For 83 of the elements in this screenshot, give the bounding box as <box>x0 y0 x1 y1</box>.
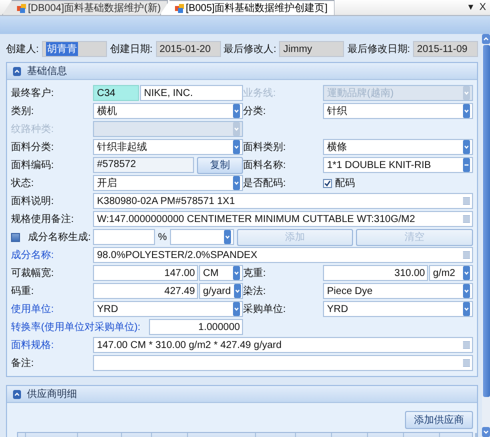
tab-menu-button[interactable]: ▾ <box>468 2 474 13</box>
unit-dropdown[interactable]: g/m2 <box>429 265 473 281</box>
dropdown-field[interactable]: 针织非起绒 <box>93 139 243 155</box>
field-label: 采购单位: <box>243 302 287 316</box>
memo-field[interactable]: K380980-02A PM#578571 1X1 <box>93 193 473 209</box>
field-label: 克重: <box>243 266 267 280</box>
memo-field[interactable]: 147.00 CM * 310.00 g/m2 * 427.49 g/yard <box>93 337 473 353</box>
checkbox[interactable] <box>11 232 20 242</box>
field-label: 最后修改人: <box>224 42 276 56</box>
link-label[interactable]: 转换率(使用单位对采购单位): <box>11 320 149 334</box>
dropdown-field[interactable]: 针织 <box>323 103 473 119</box>
collapse-icon[interactable] <box>13 66 21 76</box>
field-label: 是否配码: <box>243 177 287 190</box>
dropdown-field[interactable]: Piece Dye <box>323 283 473 299</box>
link-label[interactable]: 面料规格: <box>11 338 93 352</box>
lines-icon <box>463 358 470 368</box>
lines-icon <box>463 250 470 260</box>
field-label: 状态: <box>11 176 35 190</box>
number-field[interactable]: 427.49 <box>93 283 198 299</box>
memo-field[interactable] <box>93 355 473 371</box>
name-field[interactable]: NIKE, INC. <box>140 85 243 101</box>
lines-icon <box>463 340 470 350</box>
add-supplier-button[interactable]: 添加供应商 <box>405 411 473 429</box>
checkbox-label: 配码 <box>335 177 355 190</box>
code-field[interactable]: C34 <box>93 85 139 101</box>
lines-icon <box>463 214 470 224</box>
memo-field[interactable]: W:147.0000000000 CENTIMETER MINIMUM CUTTABLE WT:310G/M2 <box>93 211 473 227</box>
lines-icon <box>463 196 470 206</box>
percent-sign: % <box>158 232 167 242</box>
field-label: 码重: <box>11 284 35 298</box>
readonly-field: 胡青青 <box>42 41 107 57</box>
dropdown-field[interactable]: YRD <box>323 301 473 317</box>
number-field[interactable]: 147.00 <box>93 265 198 281</box>
field-label: 分类: <box>243 104 267 118</box>
field-label: 创建人: <box>6 42 39 56</box>
section-header[interactable]: 基础信息 <box>7 63 477 80</box>
field-label: 规格使用备注: <box>11 212 75 226</box>
tab[interactable]: [B005]面料基础数据维护创建页] <box>160 0 334 15</box>
readonly-field: 2015-01-20 <box>156 41 220 57</box>
field-label: 面料说明: <box>11 194 55 208</box>
field-label: 成分名称生成: <box>28 230 91 244</box>
scrollbar-thumb[interactable] <box>482 45 490 397</box>
app-icon <box>174 4 184 12</box>
memo-field[interactable]: 98.0%POLYESTER/2.0%SPANDEX <box>93 247 473 263</box>
field-label: 最后修改日期: <box>347 42 410 56</box>
field-label: 创建日期: <box>110 42 153 56</box>
field-label: 染法: <box>243 284 267 298</box>
copy-button[interactable]: 复制 <box>197 156 243 174</box>
field-label: 面料编码: <box>11 158 55 172</box>
number-field[interactable]: 310.00 <box>323 265 428 281</box>
number-field[interactable]: 1.000000 <box>149 319 243 335</box>
scroll-down-icon[interactable] <box>482 427 490 437</box>
field-label: 面料名称: <box>243 158 287 172</box>
readonly-field: Jimmy <box>279 41 344 57</box>
field-label: 纹路种类: <box>11 122 55 136</box>
field-label: 备注: <box>11 356 35 370</box>
field-label: 业务线: <box>243 86 277 100</box>
dropdown-field[interactable]: 横條 <box>323 139 473 155</box>
dropdown-field[interactable]: YRD <box>93 301 243 317</box>
checkbox[interactable] <box>323 178 332 188</box>
unit-dropdown[interactable]: CM <box>199 265 243 281</box>
picker-icon <box>463 158 470 172</box>
field-label: 可裁幅宽: <box>11 266 55 280</box>
close-button[interactable]: X <box>479 2 486 13</box>
app-icon <box>17 4 26 12</box>
picker-field[interactable]: 1*1 DOUBLE KNIT-RIB <box>323 157 473 173</box>
field-label: 面料分类: <box>11 140 55 154</box>
link-label[interactable]: 成分名称: <box>11 248 93 262</box>
scroll-up-icon[interactable] <box>482 34 490 44</box>
text-field[interactable] <box>93 229 155 245</box>
field-label: 最终客户: <box>11 86 55 100</box>
unit-dropdown[interactable]: g/yard <box>199 283 243 299</box>
tab[interactable]: [DB004]面料基础数据维护(新) <box>2 0 168 15</box>
field-label: 面料类别: <box>243 140 287 154</box>
field-label: 类别: <box>11 104 35 118</box>
readonly-field: 2015-11-09 <box>413 41 478 57</box>
text-field[interactable]: #578572 <box>93 156 194 172</box>
section-header[interactable]: 供应商明细 <box>7 386 477 403</box>
link-label[interactable]: 使用单位: <box>11 302 93 316</box>
dropdown-field[interactable] <box>170 229 234 245</box>
collapse-icon[interactable] <box>13 390 21 398</box>
dropdown-field[interactable]: 横机 <box>93 103 243 119</box>
dropdown-field[interactable]: 开启 <box>93 175 243 191</box>
